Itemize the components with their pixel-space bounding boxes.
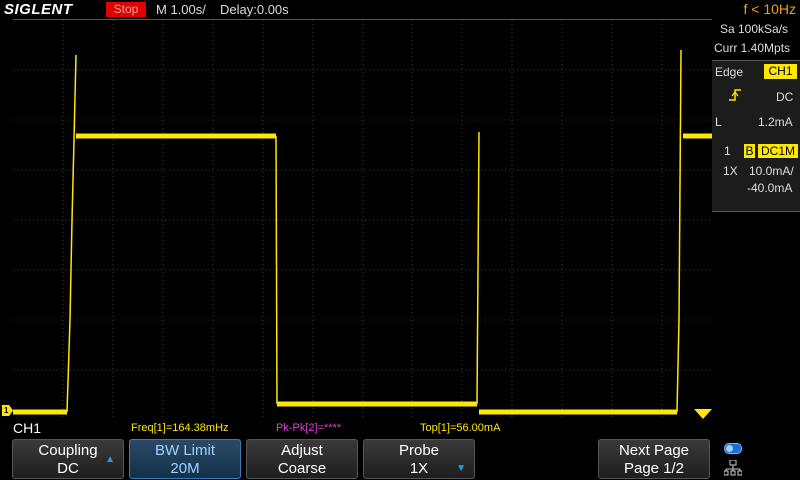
softkey-value: 20M: [170, 460, 200, 477]
up-arrow-icon: ▲: [105, 454, 115, 465]
right-info-panel: Sa 100kSa/s Curr 1.40Mpts Edge CH1 DC L …: [712, 19, 800, 419]
ch1-info-box[interactable]: 1 B DC1M 1X 10.0mA/ -40.0mA: [712, 140, 800, 212]
trace-segment: [676, 319, 680, 413]
trigger-source: CH1: [764, 64, 797, 79]
trace-segment: [69, 219, 73, 321]
timebase-readout: M 1.00s/: [156, 2, 206, 17]
adjust-softkey[interactable]: Adjust Coarse: [246, 439, 358, 479]
trace-segment: [73, 54, 77, 141]
trace-segment: [66, 319, 71, 413]
channel-number: 1: [724, 144, 731, 158]
probe-softkey[interactable]: Probe 1X ▼: [363, 439, 475, 479]
sample-rate: Sa 100kSa/s: [720, 22, 789, 36]
coupling-badge: DC1M: [758, 144, 798, 158]
measurement-bar: CH1 Freq[1]=164.38mHz Pk-Pk[2]=**** Top[…: [0, 419, 800, 437]
softkey-label: Probe: [398, 442, 440, 459]
trigger-type: Edge: [715, 65, 744, 79]
vertical-offset: -40.0mA: [747, 181, 793, 195]
softkey-value: Page 1/2: [623, 460, 685, 477]
toggle-switch-icon[interactable]: [724, 443, 742, 454]
trace-segment: [476, 131, 480, 405]
trigger-level-label: L: [715, 115, 722, 129]
run-stop-status[interactable]: Stop: [106, 2, 146, 17]
trace-segment: [678, 49, 682, 321]
softkey-bar: Coupling DC ▲ BW Limit 20M Adjust Coarse…: [0, 437, 800, 480]
coupling-softkey[interactable]: Coupling DC ▲: [12, 439, 124, 479]
measure-pkpk: Pk-Pk[2]=****: [276, 422, 342, 434]
bw-limit-softkey[interactable]: BW Limit 20M: [129, 439, 241, 479]
trigger-level-marker[interactable]: [694, 409, 712, 419]
measure-top: Top[1]=56.00mA: [420, 422, 501, 434]
softkey-label: BW Limit: [155, 442, 215, 459]
down-arrow-icon: ▼: [456, 463, 466, 474]
trigger-info-box[interactable]: Edge CH1 DC L 1.2mA: [712, 60, 800, 152]
waveform-display[interactable]: [13, 19, 712, 420]
probe-ratio: 1X: [723, 164, 738, 178]
softkey-label: Next Page: [618, 442, 690, 459]
next-page-softkey[interactable]: Next Page Page 1/2: [598, 439, 710, 479]
trace-segment: [71, 139, 75, 221]
memory-depth: Curr 1.40Mpts: [714, 41, 791, 55]
active-channel-label: CH1: [13, 420, 42, 436]
top-status-bar: SIGLENT Stop M 1.00s/ Delay:0.00s f < 10…: [0, 0, 800, 19]
graticule: [13, 20, 712, 420]
trigger-coupling: DC: [776, 90, 794, 104]
network-icon: [724, 460, 742, 476]
measure-frequency: Freq[1]=164.38mHz: [131, 422, 229, 434]
softkey-value: Coarse: [277, 460, 327, 477]
delay-readout: Delay:0.00s: [220, 2, 289, 17]
rising-edge-icon: [729, 89, 741, 101]
softkey-label: Adjust: [281, 442, 323, 459]
brand-logo: SIGLENT: [4, 1, 73, 18]
trigger-level-value: 1.2mA: [758, 115, 793, 129]
trace-segment: [275, 135, 278, 405]
frequency-counter: f < 10Hz: [743, 1, 796, 17]
vertical-scale: 10.0mA/: [749, 164, 794, 178]
ch1-offset-marker[interactable]: 1: [2, 405, 13, 416]
bw-limit-badge: B: [744, 144, 755, 158]
